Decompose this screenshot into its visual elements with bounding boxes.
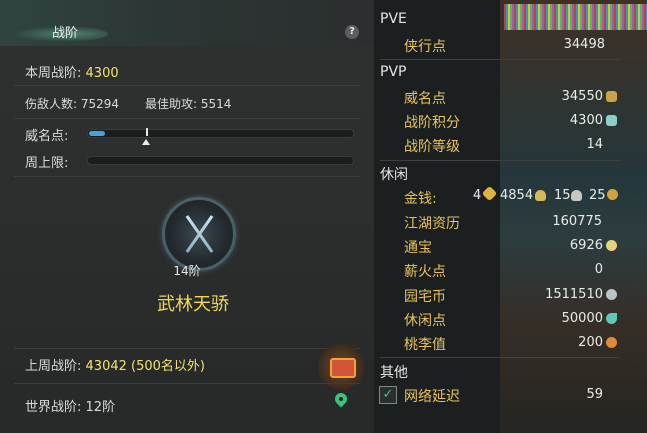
fame-icon <box>606 91 617 102</box>
pve-item-label: 侠行点 <box>404 39 446 55</box>
money-label: 金钱: <box>404 191 437 207</box>
kills-label: 伤敌人数: <box>25 97 78 111</box>
last-week-label: 上周战阶: <box>25 359 82 374</box>
weekly-rank-value: 4300 <box>85 66 119 81</box>
world-rank-value: 12阶 <box>85 400 116 415</box>
leisure-item-label: 薪火点 <box>404 264 446 280</box>
copper-ingot-icon <box>571 190 582 201</box>
money-silver: 4854 <box>500 188 534 203</box>
rank-panel: 战阶 ? 本周战阶: 4300 伤敌人数: 75294 最佳助攻: 5514 威… <box>0 0 374 433</box>
money-gold: 4 <box>473 188 482 203</box>
help-icon[interactable]: ? <box>345 25 359 39</box>
leisure-item-value: 1511510 <box>545 287 603 302</box>
leisure-item-label: 园宅币 <box>404 289 446 305</box>
weekly-rank-row: 本周战阶: 4300 <box>25 62 119 81</box>
kills-row: 伤敌人数: 75294 <box>25 95 119 112</box>
leisure-item-value: 50000 <box>561 311 603 326</box>
latency-label: 网络延迟 <box>404 389 460 405</box>
divider <box>380 160 620 161</box>
assists-value: 5514 <box>200 97 232 111</box>
leisure-item-value: 200 <box>578 335 603 350</box>
other-header: 其他 <box>380 365 408 381</box>
money-copper: 15 <box>554 188 571 203</box>
divider <box>14 176 360 177</box>
peach-icon <box>606 337 617 348</box>
kills-value: 75294 <box>80 97 120 111</box>
fame-label: 威名点: <box>25 129 69 144</box>
leisure-item-value: 160775 <box>552 214 602 229</box>
pvp-item-label: 战阶积分 <box>404 115 460 131</box>
divider <box>14 383 360 384</box>
fame-progress-fill <box>89 131 105 136</box>
latency-checkbox[interactable]: ✓ <box>379 386 397 404</box>
game-hud-strip <box>504 4 647 30</box>
weekly-cap-bar <box>87 156 354 165</box>
leisure-item-label: 江湖资历 <box>404 216 460 232</box>
leisure-item-label: 休闲点 <box>404 313 446 329</box>
leisure-item-label: 通宝 <box>404 240 432 256</box>
assists-row: 最佳助攻: 5514 <box>145 95 231 112</box>
assists-label: 最佳助攻: <box>145 97 198 111</box>
pvp-item-label: 威名点 <box>404 91 446 107</box>
pve-item-value: 34498 <box>563 37 605 52</box>
estate-coin-icon <box>606 289 617 300</box>
divider <box>14 85 360 86</box>
pvp-item-value: 4300 <box>569 113 603 128</box>
divider <box>14 348 360 349</box>
panel-title: 战阶 <box>52 26 79 41</box>
world-rank-row: 世界战阶: 12阶 <box>25 396 115 415</box>
panel-header: 战阶 ? <box>0 0 374 46</box>
rank-score-icon <box>606 115 617 126</box>
leisure-item-value: 6926 <box>569 238 603 253</box>
silver-ingot-icon <box>535 190 546 201</box>
fame-pointer-icon <box>142 139 150 145</box>
last-week-value: 43042 (500名以外) <box>85 359 205 374</box>
pvp-header: PVP <box>380 64 407 80</box>
chest-icon <box>330 358 356 378</box>
leisure-item-label: 桃李值 <box>404 337 446 353</box>
divider <box>14 118 360 119</box>
tongbao-icon <box>606 240 617 251</box>
fame-marker <box>146 128 148 136</box>
world-rank-label: 世界战阶: <box>25 400 82 415</box>
leisure-point-icon <box>606 313 617 324</box>
coin-icon <box>607 189 618 200</box>
weekly-cap-label: 周上限: <box>25 156 69 171</box>
pvp-item-value: 34550 <box>561 89 603 104</box>
pvp-item-label: 战阶等级 <box>404 139 460 155</box>
divider <box>380 357 620 358</box>
pin-center <box>339 397 343 401</box>
rank-tier: 14阶 <box>173 264 201 278</box>
leisure-header: 休闲 <box>380 167 408 183</box>
leisure-item-value: 0 <box>594 262 603 277</box>
pve-header: PVE <box>380 11 407 27</box>
rank-name: 武林天骄 <box>157 294 229 315</box>
fame-progress-bar <box>87 128 354 138</box>
rank-emblem-icon <box>162 197 236 271</box>
last-week-row: 上周战阶: 43042 (500名以外) <box>25 355 205 374</box>
money-coins: 25 <box>589 188 606 203</box>
pvp-item-value: 14 <box>586 137 603 152</box>
divider <box>380 59 620 60</box>
weekly-rank-label: 本周战阶: <box>25 66 82 81</box>
latency-value: 59 <box>586 387 603 402</box>
